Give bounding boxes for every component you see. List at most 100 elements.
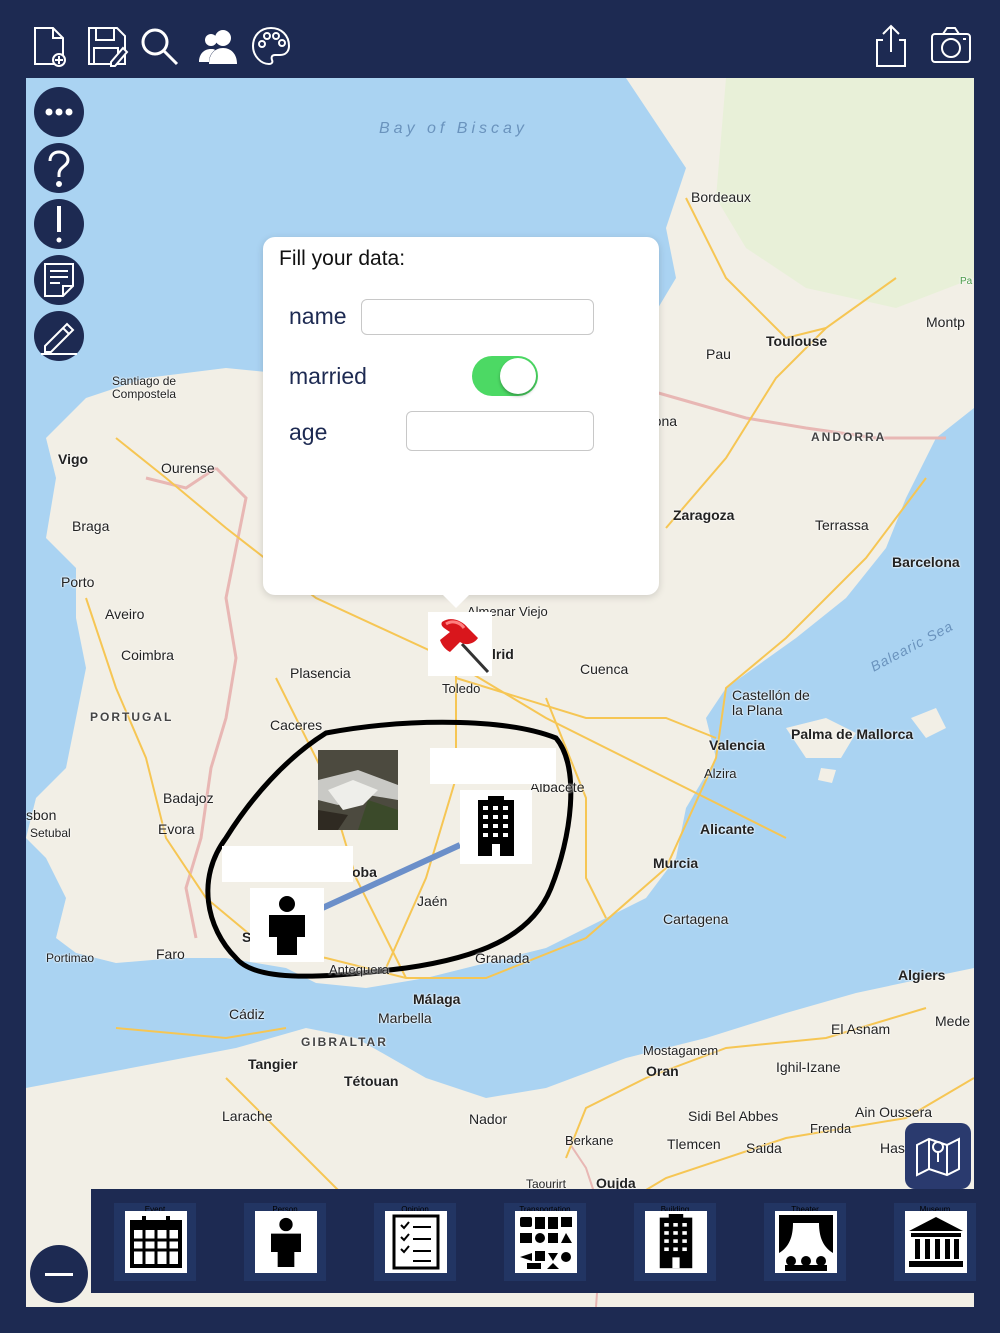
- map-label-ourense: Ourense: [161, 460, 215, 476]
- notes-button[interactable]: [34, 255, 84, 305]
- married-label: married: [289, 363, 367, 389]
- map-label-cuenca: Cuenca: [580, 661, 629, 677]
- map-label-zaragoza: Zaragoza: [673, 507, 735, 523]
- map-label-tangier: Tangier: [248, 1056, 298, 1072]
- red-pushpin-marker[interactable]: [428, 612, 492, 676]
- map-label-berkane: Berkane: [565, 1133, 614, 1148]
- map-label-ighil: Ighil-Izane: [776, 1059, 841, 1075]
- top-toolbar: [0, 0, 1000, 78]
- map-icon: [916, 1137, 960, 1177]
- person-marker-label[interactable]: [222, 846, 353, 882]
- palette-item-opinion[interactable]: Opinion: [374, 1203, 456, 1281]
- palette-item-museum[interactable]: Museum: [894, 1203, 976, 1281]
- map-label-valencia: Valencia: [709, 737, 766, 753]
- person-icon: [269, 896, 305, 955]
- map-label-algiers: Algiers: [898, 967, 946, 983]
- map-label-santiago: Santiago de Compostela: [112, 374, 177, 401]
- help-icon: [48, 150, 70, 187]
- map-label-pau: Pau: [706, 346, 731, 362]
- map-label-alzira: Alzira: [704, 766, 737, 781]
- map-label-toulouse: Toulouse: [766, 333, 828, 349]
- save-icon[interactable]: [84, 22, 130, 70]
- map-label-malaga: Málaga: [413, 991, 461, 1007]
- more-icon: [45, 108, 73, 116]
- toggle-knob: [500, 358, 536, 394]
- map-label-medea: Mede: [935, 1013, 971, 1029]
- age-input[interactable]: [406, 411, 594, 451]
- map-label-gibraltar: GIBRALTAR: [301, 1035, 388, 1049]
- draw-icon: [41, 322, 77, 355]
- name-input[interactable]: [361, 299, 594, 335]
- data-form: name married age: [279, 289, 603, 464]
- collapse-palette-button[interactable]: [30, 1245, 88, 1303]
- building-marker[interactable]: [460, 790, 532, 864]
- palette-item-person[interactable]: Person: [244, 1203, 326, 1281]
- pushpin-icon: [440, 619, 490, 674]
- map-label-alicante: Alicante: [700, 821, 755, 837]
- popup-arrow: [440, 592, 472, 608]
- map-label-braga: Braga: [72, 518, 110, 534]
- users-icon[interactable]: [196, 22, 242, 70]
- help-button[interactable]: [34, 143, 84, 193]
- map-label-cordoba: oba: [352, 864, 377, 880]
- map-label-ainoussera: Ain Oussera: [855, 1104, 933, 1120]
- map-label-castellon: Castellón de la Plana: [732, 687, 810, 718]
- building-icon: [478, 796, 514, 856]
- search-icon[interactable]: [136, 22, 182, 70]
- map-label-cadiz: Cádiz: [229, 1006, 265, 1022]
- camera-icon[interactable]: [928, 22, 974, 70]
- map-label-aveiro: Aveiro: [105, 606, 145, 622]
- palette-item-transportation[interactable]: Transportation: [504, 1203, 586, 1281]
- married-toggle[interactable]: [472, 356, 538, 396]
- map-label-oran: Oran: [646, 1063, 679, 1079]
- map-label-granada: Granada: [475, 950, 530, 966]
- map-label-evora: Evora: [158, 821, 195, 837]
- museum-icon: [909, 1217, 963, 1267]
- map-label-tetouan: Tétouan: [344, 1073, 399, 1089]
- map-label-saida: Saida: [746, 1140, 782, 1156]
- map-label-antequera: Antequera: [329, 962, 389, 977]
- map-label-coimbra: Coimbra: [121, 647, 174, 663]
- draw-button[interactable]: [34, 311, 84, 361]
- map-label-marbella: Marbella: [378, 1010, 432, 1026]
- map-label-terrassa: Terrassa: [815, 517, 869, 533]
- map-label-elasnam: El Asnam: [831, 1021, 891, 1037]
- building-marker-label[interactable]: [430, 748, 556, 784]
- palette-item-theater[interactable]: Theater: [764, 1203, 846, 1281]
- palette-item-event[interactable]: Event: [114, 1203, 196, 1281]
- map-label-setubal: Setubal: [30, 826, 71, 840]
- map-label-lisbon: sbon: [26, 807, 57, 823]
- data-entry-popup: Fill your data: name married age: [263, 237, 659, 595]
- map-label-tlemcen: Tlemcen: [667, 1136, 721, 1152]
- transportation-icon: [520, 1217, 572, 1269]
- waterfall-photo-marker[interactable]: [318, 750, 398, 830]
- palette-item-building[interactable]: Building: [634, 1203, 716, 1281]
- calendar-icon: [130, 1216, 182, 1268]
- map-label-pa-de: Pa de: [960, 276, 974, 287]
- new-document-icon[interactable]: [26, 22, 72, 70]
- map-label-vigo: Vigo: [58, 451, 89, 467]
- map-label-murcia: Murcia: [653, 855, 699, 871]
- share-icon[interactable]: [868, 22, 914, 70]
- map-label-jaen: Jaén: [417, 893, 448, 909]
- map-label-badajoz: Badajoz: [163, 790, 214, 806]
- palette-icon[interactable]: [248, 22, 294, 70]
- map-label-sidi: Sidi Bel Abbes: [688, 1108, 779, 1124]
- marker-palette: Event Person Opinion Transportation Buil…: [91, 1189, 976, 1293]
- person-icon: [271, 1217, 301, 1267]
- map-label-toledo: Toledo: [442, 681, 481, 696]
- map-label-madrid: lrid: [492, 646, 514, 662]
- map-label-plasencia: Plasencia: [290, 665, 351, 681]
- more-button[interactable]: [34, 87, 84, 137]
- map-mode-button[interactable]: [905, 1123, 971, 1189]
- map-label-frenda: Frenda: [810, 1121, 852, 1136]
- map-label-larache: Larache: [222, 1108, 273, 1124]
- waterfall-photo: [318, 750, 398, 830]
- building-icon: [659, 1214, 693, 1269]
- map-label-faro: Faro: [156, 946, 185, 962]
- map-label-palma: Palma de Mallorca: [791, 726, 914, 742]
- alert-button[interactable]: [34, 199, 84, 249]
- person-marker[interactable]: [250, 888, 324, 962]
- map-label-nador: Nador: [469, 1111, 508, 1127]
- checklist-icon: [392, 1214, 440, 1270]
